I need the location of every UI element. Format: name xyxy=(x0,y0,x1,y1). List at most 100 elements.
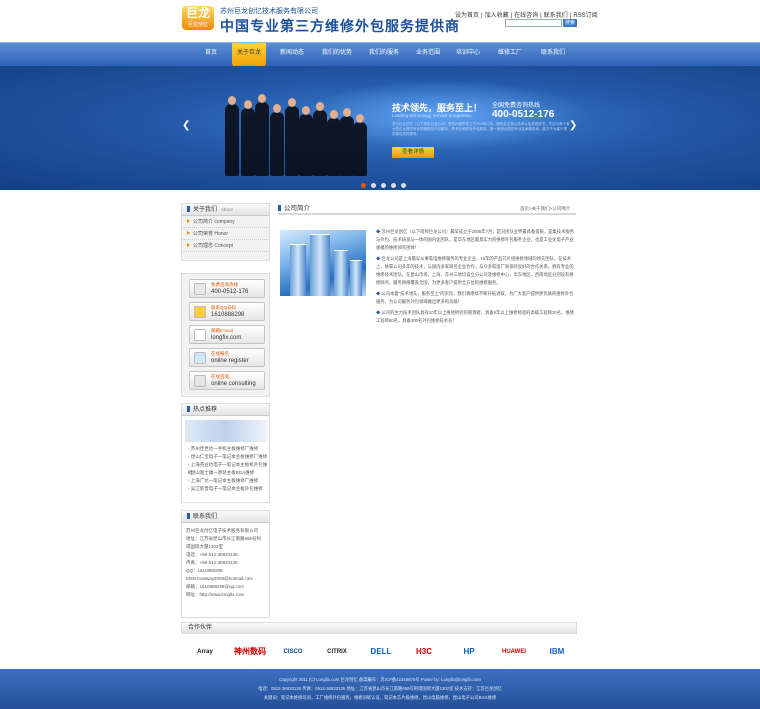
hot-item[interactable]: › 上海广达一笔记本主板维修厂维修 xyxy=(182,477,270,485)
partner-logo-2[interactable]: CISCO xyxy=(272,642,314,662)
partner-logo-6[interactable]: HP xyxy=(448,642,490,662)
building xyxy=(334,250,348,296)
contact-panel: 联系我们 苏州巨龙创亿电子技术服务有限公司 地址：江苏省昆山市长江南路668号利得… xyxy=(181,510,270,618)
banner-person xyxy=(313,110,327,176)
arrow-right-icon xyxy=(187,243,190,247)
banner-person xyxy=(327,118,341,176)
contact-line: 邮箱：1610888298@qq.com xyxy=(186,584,244,589)
slide-dot[interactable] xyxy=(371,183,376,188)
footer-address: 电话：0512-36833136 传真：0512-36833135 地址：江苏省… xyxy=(258,686,502,691)
partner-logo-1[interactable]: 神州数码 xyxy=(229,642,271,662)
arrow-right-icon xyxy=(187,231,190,235)
contact-button-2[interactable]: 邮箱E-mail longfix.com xyxy=(189,325,265,344)
contact-button-value: 400-0512-176 xyxy=(211,289,249,295)
banner-person-head xyxy=(273,104,281,113)
logo-caption: 巨龙创亿 xyxy=(187,22,208,28)
contact-button-label: 邮箱E-mail xyxy=(211,328,233,333)
about-link[interactable]: 公司荣誉 Honor xyxy=(182,228,269,240)
hot-item[interactable]: › 昆山仁宝电子一笔记本主板维修厂维修 xyxy=(182,453,270,461)
partner-logo-0[interactable]: Array xyxy=(184,642,226,662)
intro-paragraph-text: 公司本着“技术领先，服务至上”的宗旨，我们将继续不断开拓进取，为广大客户提供更优… xyxy=(376,291,574,304)
banner-person xyxy=(270,112,284,176)
intro-paragraph: ◆ 苏州巨龙创亿（以下简称巨龙公司）最早成立于2005年7月，是对团队业界最具备… xyxy=(376,228,576,252)
banner-person xyxy=(225,104,239,176)
about-link-label[interactable]: 公司理念 Concept xyxy=(193,243,233,249)
intro-paragraph: ◆ 公司的主力技术团队具有10年以上维修经验的管理者，具备5年以上维修经验的高级… xyxy=(376,309,576,325)
intro-paragraph-text: 苏州巨龙创亿（以下简称巨龙公司）最早成立于2005年7月，是对团队业界最具备资质… xyxy=(376,229,574,250)
banner-description: 苏州巨龙创亿（以下简称巨龙公司）是苏州最早成立于2005年7月，拥有自主核心技术… xyxy=(392,122,570,136)
nav-item-5[interactable]: 业务范围 xyxy=(412,43,444,67)
site-slogan: 中国专业第三方维修外包服务提供商 xyxy=(220,18,460,34)
nav-item-3[interactable]: 我们的优势 xyxy=(318,43,356,67)
slide-dot[interactable] xyxy=(381,183,386,188)
contact-button-0[interactable]: 免费咨询热线 400-0512-176 xyxy=(189,279,265,298)
about-link[interactable]: 公司理念 Concept xyxy=(182,240,269,252)
contact-button-value: longfix.com xyxy=(211,335,242,341)
company-logo[interactable]: 巨龙 巨龙创亿 xyxy=(182,6,214,30)
partner-logo-3[interactable]: CITRIX xyxy=(316,642,358,662)
partner-logo-4[interactable]: DELL xyxy=(360,642,402,662)
hot-item[interactable]: › 苏州佳世达一手机主板维修厂维修 xyxy=(182,445,270,453)
contact-line: 传真：+86-512-36833135 xyxy=(186,560,238,565)
search-input[interactable] xyxy=(505,19,562,27)
top-link-0[interactable]: 设为首页 xyxy=(455,13,479,19)
nav-item-1[interactable]: 关于巨龙 xyxy=(232,43,266,67)
banner-person-head xyxy=(356,114,364,123)
content-title-text: 公司简介 xyxy=(284,205,310,212)
contact-line: 网址：http://www.longfix.com xyxy=(186,592,245,597)
slide-dot[interactable] xyxy=(391,183,396,188)
nav-item-8[interactable]: 联系我们 xyxy=(536,43,570,67)
company-intro-text: ◆ 苏州巨龙创亿（以下简称巨龙公司）最早成立于2005年7月，是对团队业界最具备… xyxy=(376,228,576,328)
intro-paragraph: ◆ 公司本着“技术领先，服务至上”的宗旨，我们将继续不断开拓进取，为广大客户提供… xyxy=(376,290,576,306)
about-link[interactable]: 公司简介 company xyxy=(182,216,269,228)
contact-button-3[interactable]: 在线报名 online register xyxy=(189,348,265,367)
nav-item-6[interactable]: 培训中心 xyxy=(452,43,484,67)
about-panel: 关于我们 About 公司简介 company 公司荣誉 Honor 公司理念 Con… xyxy=(181,203,270,261)
hot-item[interactable]: › 昆山富士康一原装主板BGA维修 xyxy=(182,469,270,477)
main-nav: 首页 关于巨龙 新闻动态 我们的优势 我们的服务 业务范围 培训中心 维修工厂 联系我们 xyxy=(0,42,760,67)
hot-panel: 热点推荐 › 苏州佳世达一手机主板维修厂维修 › 昆山仁宝电子一笔记本主板维修厂维… xyxy=(181,403,270,503)
hot-image xyxy=(185,420,267,442)
contact-line: 地址：江苏省昆山市长江南路668号利 xyxy=(186,536,262,541)
nav-item-0[interactable]: 首页 xyxy=(198,43,224,67)
contact-button-label: 在线报名 xyxy=(211,351,229,356)
banner-person xyxy=(255,102,269,176)
partner-logo-7[interactable]: HUAWEI xyxy=(493,642,535,662)
qq-icon xyxy=(194,306,206,318)
banner-person xyxy=(241,108,255,176)
slide-dot[interactable] xyxy=(401,183,406,188)
chevron-left-icon[interactable]: ❮ xyxy=(182,120,190,131)
chevron-right-icon[interactable]: ❯ xyxy=(569,120,577,131)
contact-button-label: 在线咨询 xyxy=(211,374,229,379)
partners-title: 合作伙伴 xyxy=(181,622,577,634)
contact-button-1[interactable]: 联系QQ号码 1610888298 xyxy=(189,302,265,321)
nav-item-7[interactable]: 维修工厂 xyxy=(494,43,526,67)
contact-line: MSN:trustway2008@hotmail.com xyxy=(186,576,253,581)
partner-logo-8[interactable]: IBM xyxy=(536,642,578,662)
arrow-right-icon xyxy=(187,219,190,223)
hot-item[interactable]: › 吴江新普电子一笔记本主板外包维修 xyxy=(182,485,270,493)
phone-icon xyxy=(194,283,206,295)
contact-button-value: online register xyxy=(211,358,249,364)
banner-hotline-label: 全国免费咨询热线 xyxy=(492,103,541,109)
about-link-label[interactable]: 公司简介 company xyxy=(193,219,235,225)
view-details-button[interactable]: 查看详情 xyxy=(392,147,434,158)
partner-logo-5[interactable]: H3C xyxy=(403,642,445,662)
banner-person-head xyxy=(288,98,296,107)
building xyxy=(350,260,362,296)
nav-item-4[interactable]: 我们的服务 xyxy=(363,43,405,67)
building xyxy=(310,234,330,296)
about-title: 关于我们 About xyxy=(182,204,269,216)
hot-item[interactable]: › 上海英业达电子一笔记本主板机外包维修 xyxy=(182,461,270,475)
search-button[interactable]: 搜索 xyxy=(563,19,577,27)
nav-item-2[interactable]: 新闻动态 xyxy=(277,43,307,67)
contact-button-4[interactable]: 在线咨询 online consulting xyxy=(189,371,265,390)
company-name: 苏州巨龙创亿技术服务有限公司 xyxy=(220,8,318,15)
slide-dot[interactable] xyxy=(361,183,366,188)
intro-paragraph: ◆ 巨龙公司是上海最早从事笔电维修服务的专业企业，15年的产品芯片组维修领域的领… xyxy=(376,255,576,287)
banner-person xyxy=(285,106,299,176)
about-link-label[interactable]: 公司荣誉 Honor xyxy=(193,231,228,237)
contact-button-value: 1610888298 xyxy=(211,312,245,318)
hot-title-text: 热点推荐 xyxy=(193,407,218,413)
footer-keywords: 关键词：笔记本维修培训，工厂维修外包服务，维修训练认证，笔记本芯片级维修，昆山电… xyxy=(263,695,497,700)
